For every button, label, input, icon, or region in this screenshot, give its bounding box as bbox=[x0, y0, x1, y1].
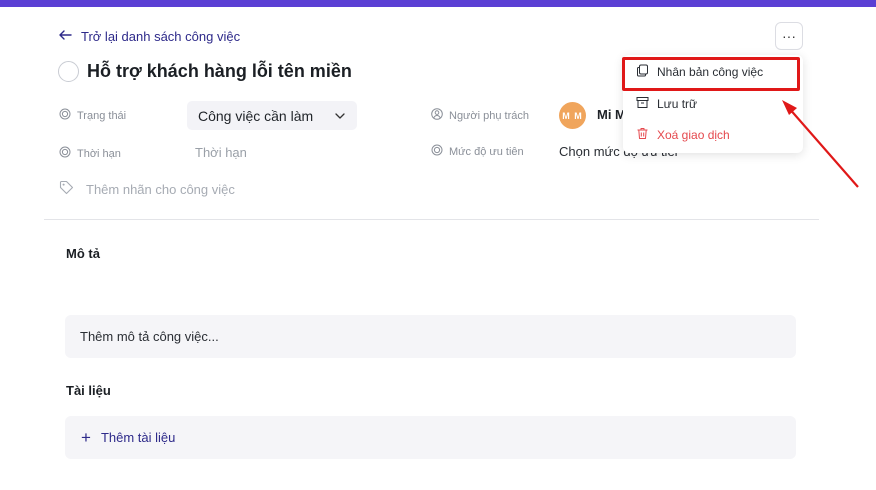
assignee-name[interactable]: Mi M bbox=[597, 107, 625, 122]
deadline-label: Thời hạn bbox=[59, 146, 121, 161]
highlight-box bbox=[622, 57, 800, 91]
menu-item-label: Xoá giao dịch bbox=[657, 128, 730, 142]
status-label: Trạng thái bbox=[59, 108, 126, 123]
chevron-down-icon[interactable] bbox=[323, 101, 357, 130]
section-divider bbox=[44, 219, 819, 220]
assignee-label-text: Người phụ trách bbox=[449, 109, 530, 122]
arrow-left-icon bbox=[57, 27, 73, 46]
back-to-task-list-link[interactable]: Trở lại danh sách công việc bbox=[57, 27, 240, 46]
priority-label-text: Mức độ ưu tiên bbox=[449, 145, 524, 158]
priority-icon bbox=[431, 144, 443, 159]
deadline-icon bbox=[59, 146, 71, 161]
assignee-avatar[interactable]: M M bbox=[559, 102, 586, 129]
menu-item-label: Lưu trữ bbox=[657, 97, 698, 111]
description-input[interactable]: Thêm mô tả công việc... bbox=[65, 315, 796, 358]
assignee-label: Người phụ trách bbox=[431, 108, 529, 123]
archive-icon bbox=[636, 96, 649, 112]
status-select[interactable]: Công việc cần làm bbox=[187, 101, 357, 130]
complete-task-checkbox[interactable] bbox=[58, 61, 79, 82]
top-accent-bar bbox=[0, 0, 876, 7]
task-title[interactable]: Hỗ trợ khách hàng lỗi tên miền bbox=[87, 61, 352, 82]
add-document-button[interactable]: + Thêm tài liệu bbox=[65, 416, 796, 459]
trash-icon bbox=[636, 127, 649, 143]
status-icon bbox=[59, 108, 71, 123]
plus-icon: + bbox=[81, 428, 91, 447]
description-title: Mô tả bbox=[66, 246, 100, 261]
priority-label: Mức độ ưu tiên bbox=[431, 144, 524, 159]
add-document-label: Thêm tài liệu bbox=[100, 430, 176, 445]
deadline-picker[interactable]: Thời hạn bbox=[195, 145, 247, 160]
more-options-button[interactable]: ··· bbox=[775, 22, 803, 50]
tag-icon bbox=[59, 180, 74, 198]
add-tag-button[interactable]: Thêm nhãn cho công việc bbox=[59, 180, 235, 198]
documents-title: Tài liệu bbox=[66, 383, 111, 398]
task-title-row: Hỗ trợ khách hàng lỗi tên miền bbox=[58, 61, 352, 82]
person-icon bbox=[431, 108, 443, 123]
annotation-arrow bbox=[782, 100, 859, 188]
status-label-text: Trạng thái bbox=[77, 109, 127, 122]
description-placeholder: Thêm mô tả công việc... bbox=[80, 329, 219, 344]
deadline-label-text: Thời hạn bbox=[77, 147, 121, 160]
add-tag-label: Thêm nhãn cho công việc bbox=[86, 181, 235, 197]
status-value: Công việc cần làm bbox=[198, 107, 314, 124]
back-link-label: Trở lại danh sách công việc bbox=[81, 29, 241, 44]
more-dots-icon: ··· bbox=[782, 28, 796, 44]
